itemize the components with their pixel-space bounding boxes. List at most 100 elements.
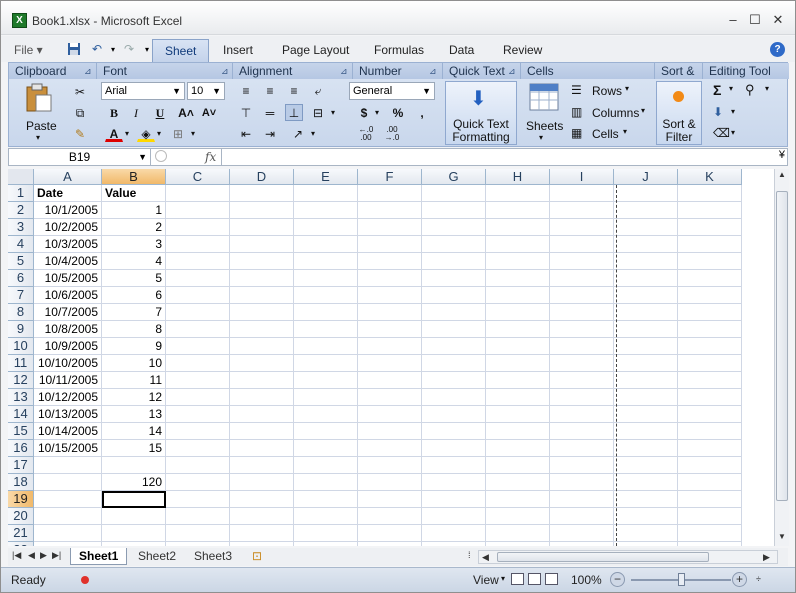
cell-e13[interactable] xyxy=(294,389,358,406)
cell-h17[interactable] xyxy=(486,457,550,474)
cell-h11[interactable] xyxy=(486,355,550,372)
increase-decimal-button[interactable]: ←.0 .00 xyxy=(355,125,377,142)
decrease-indent-icon[interactable]: ⇤ xyxy=(237,125,255,142)
cell-h7[interactable] xyxy=(486,287,550,304)
cell-c6[interactable] xyxy=(166,270,230,287)
select-all-corner[interactable] xyxy=(8,169,34,185)
cell-j4[interactable] xyxy=(614,236,678,253)
cell-k21[interactable] xyxy=(678,525,742,542)
columns-button[interactable]: Columns xyxy=(592,106,639,120)
row-header[interactable]: 12 xyxy=(8,372,34,389)
cell-j15[interactable] xyxy=(614,423,678,440)
undo-dropdown-icon[interactable]: ▾ xyxy=(105,42,121,57)
cell-h20[interactable] xyxy=(486,508,550,525)
cell-h3[interactable] xyxy=(486,219,550,236)
row-header[interactable]: 8 xyxy=(8,304,34,321)
cell-h21[interactable] xyxy=(486,525,550,542)
cell-d8[interactable] xyxy=(230,304,294,321)
cells-icon[interactable]: ▦ xyxy=(571,126,582,140)
cell-b1[interactable]: Value xyxy=(102,185,166,202)
cell-f17[interactable] xyxy=(358,457,422,474)
cell-d13[interactable] xyxy=(230,389,294,406)
shrink-font-button[interactable]: A˅ xyxy=(200,104,218,121)
cells-dropdown-icon[interactable]: ▾ xyxy=(623,127,627,136)
cell-b5[interactable]: 4 xyxy=(102,253,166,270)
cell-j16[interactable] xyxy=(614,440,678,457)
cell-a9[interactable]: 10/8/2005 xyxy=(34,321,102,338)
cell-c8[interactable] xyxy=(166,304,230,321)
cell-a17[interactable] xyxy=(34,457,102,474)
cell-k18[interactable] xyxy=(678,474,742,491)
autosum-dropdown-icon[interactable]: ▾ xyxy=(729,84,733,93)
tab-review[interactable]: Review xyxy=(503,43,542,57)
cell-f12[interactable] xyxy=(358,372,422,389)
cell-g7[interactable] xyxy=(422,287,486,304)
number-launcher-icon[interactable]: ⊿ xyxy=(429,66,437,77)
cell-h15[interactable] xyxy=(486,423,550,440)
underline-button[interactable]: U xyxy=(151,104,169,121)
cell-b13[interactable]: 12 xyxy=(102,389,166,406)
cell-i10[interactable] xyxy=(550,338,614,355)
cell-k5[interactable] xyxy=(678,253,742,270)
formula-input[interactable] xyxy=(221,149,769,165)
row-header[interactable]: 16 xyxy=(8,440,34,457)
align-center-icon[interactable]: ≡ xyxy=(261,82,279,99)
expand-formula-bar-icon[interactable]: ¥ xyxy=(779,149,785,161)
zoom-level[interactable]: 100% xyxy=(571,573,602,587)
borders-dropdown-icon[interactable]: ▾ xyxy=(191,129,195,138)
cell-e17[interactable] xyxy=(294,457,358,474)
cell-b20[interactable] xyxy=(102,508,166,525)
cell-a8[interactable]: 10/7/2005 xyxy=(34,304,102,321)
cell-d15[interactable] xyxy=(230,423,294,440)
paste-dropdown-icon[interactable]: ▾ xyxy=(36,133,40,142)
vertical-scrollbar[interactable]: ▲ ▼ xyxy=(774,169,789,546)
cell-c21[interactable] xyxy=(166,525,230,542)
cell-i13[interactable] xyxy=(550,389,614,406)
percent-button[interactable]: % xyxy=(389,104,407,121)
cell-j14[interactable] xyxy=(614,406,678,423)
cell-j1[interactable] xyxy=(614,185,678,202)
cell-e18[interactable] xyxy=(294,474,358,491)
cell-c13[interactable] xyxy=(166,389,230,406)
cell-c15[interactable] xyxy=(166,423,230,440)
first-sheet-icon[interactable]: |◀ xyxy=(12,550,21,561)
cell-h1[interactable] xyxy=(486,185,550,202)
sort-filter-button[interactable]: Sort & Filter xyxy=(656,81,702,145)
cell-d16[interactable] xyxy=(230,440,294,457)
cell-a14[interactable]: 10/13/2005 xyxy=(34,406,102,423)
cell-i19[interactable] xyxy=(550,491,614,508)
cell-a19[interactable] xyxy=(34,491,102,508)
redo-icon[interactable]: ↷ xyxy=(121,42,137,57)
cell-j19[interactable] xyxy=(614,491,678,508)
cell-h10[interactable] xyxy=(486,338,550,355)
cell-k12[interactable] xyxy=(678,372,742,389)
cell-e4[interactable] xyxy=(294,236,358,253)
tab-page-layout[interactable]: Page Layout xyxy=(282,43,349,57)
orientation-dropdown-icon[interactable]: ▾ xyxy=(311,129,315,138)
cell-j12[interactable] xyxy=(614,372,678,389)
row-header[interactable]: 1 xyxy=(8,185,34,202)
cell-b11[interactable]: 10 xyxy=(102,355,166,372)
row-header[interactable]: 20 xyxy=(8,508,34,525)
view-dropdown-icon[interactable]: ▾ xyxy=(501,574,505,583)
cell-c7[interactable] xyxy=(166,287,230,304)
cell-i8[interactable] xyxy=(550,304,614,321)
cell-b19[interactable] xyxy=(102,491,166,508)
cell-g12[interactable] xyxy=(422,372,486,389)
cell-a11[interactable]: 10/10/2005 xyxy=(34,355,102,372)
cell-b4[interactable]: 3 xyxy=(102,236,166,253)
cell-i4[interactable] xyxy=(550,236,614,253)
cell-i9[interactable] xyxy=(550,321,614,338)
cell-c14[interactable] xyxy=(166,406,230,423)
sheet-tab-sheet2[interactable]: Sheet2 xyxy=(130,548,184,565)
cell-d10[interactable] xyxy=(230,338,294,355)
cell-c19[interactable] xyxy=(166,491,230,508)
normal-view-icon[interactable] xyxy=(511,573,524,585)
row-header[interactable]: 10 xyxy=(8,338,34,355)
cell-j18[interactable] xyxy=(614,474,678,491)
cell-i5[interactable] xyxy=(550,253,614,270)
cell-e10[interactable] xyxy=(294,338,358,355)
cell-b18[interactable]: 120 xyxy=(102,474,166,491)
vertical-scroll-thumb[interactable] xyxy=(776,191,788,501)
row-header[interactable]: 7 xyxy=(8,287,34,304)
